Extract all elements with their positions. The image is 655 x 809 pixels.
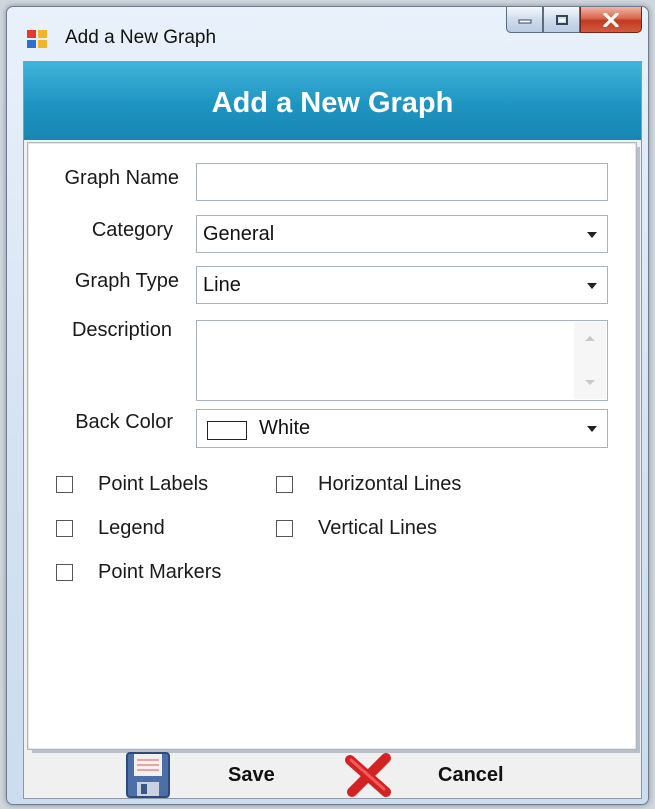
scroll-down-icon[interactable] <box>585 380 595 385</box>
close-button[interactable] <box>580 7 642 33</box>
description-label: Description <box>71 319 172 341</box>
vertical-lines-label: Vertical Lines <box>318 517 437 539</box>
cancel-button[interactable]: Cancel <box>344 752 504 798</box>
header-title: Add a New Graph <box>211 86 454 119</box>
graph-type-value: Line <box>203 274 241 296</box>
chevron-down-icon <box>587 283 597 289</box>
category-dropdown[interactable]: General <box>196 215 608 253</box>
back-color-label: Back Color <box>75 411 173 433</box>
panel-shadow-bottom <box>32 750 640 753</box>
save-label: Save <box>228 763 275 786</box>
checkbox-box[interactable] <box>276 520 293 537</box>
chevron-down-icon <box>587 232 597 238</box>
legend-checkbox[interactable]: Legend <box>56 517 165 540</box>
category-label: Category <box>91 219 173 241</box>
graph-name-input[interactable] <box>196 163 608 201</box>
floppy-disk-icon <box>126 752 170 798</box>
minimize-icon <box>518 19 531 23</box>
cancel-label: Cancel <box>438 763 504 786</box>
back-color-dropdown[interactable]: White <box>196 409 608 448</box>
minimize-button[interactable] <box>506 7 543 33</box>
client-area: Add a New Graph Graph Name Category Gene… <box>23 61 642 799</box>
graph-name-label: Graph Name <box>64 167 180 189</box>
checkbox-box[interactable] <box>56 476 73 493</box>
maximize-button[interactable] <box>543 7 580 33</box>
maximize-icon <box>555 14 568 25</box>
graph-type-dropdown[interactable]: Line <box>196 266 608 304</box>
legend-label: Legend <box>98 517 165 539</box>
category-value: General <box>203 223 275 245</box>
scroll-up-icon[interactable] <box>585 336 595 341</box>
red-x-icon <box>345 753 391 797</box>
checkbox-box[interactable] <box>56 564 73 581</box>
color-swatch <box>207 421 247 440</box>
horizontal-lines-checkbox[interactable]: Horizontal Lines <box>276 473 461 496</box>
horizontal-lines-label: Horizontal Lines <box>318 473 462 495</box>
header-banner: Add a New Graph <box>24 62 641 140</box>
point-markers-checkbox[interactable]: Point Markers <box>56 561 221 584</box>
graph-type-label: Graph Type <box>74 270 179 292</box>
save-button[interactable]: Save <box>126 752 275 798</box>
form-panel: Graph Name Category General Graph Type L… <box>27 142 640 753</box>
vertical-lines-checkbox[interactable]: Vertical Lines <box>276 517 437 540</box>
back-color-value: White <box>259 417 311 439</box>
point-markers-label: Point Markers <box>98 561 222 583</box>
point-labels-label: Point Labels <box>98 473 209 495</box>
checkbox-box[interactable] <box>276 476 293 493</box>
checkbox-box[interactable] <box>56 520 73 537</box>
title-bar[interactable]: Add a New Graph <box>7 7 648 61</box>
window-title: Add a New Graph <box>65 27 217 48</box>
description-scrollbar[interactable] <box>574 322 606 399</box>
description-textarea[interactable] <box>196 320 608 401</box>
panel-shadow-right <box>637 147 640 753</box>
app-icon <box>27 30 47 48</box>
close-icon <box>603 12 619 27</box>
dialog-window: Add a New Graph Add a New Graph Graph Na… <box>6 6 649 805</box>
chevron-down-icon <box>587 426 597 432</box>
footer-bar: Save Cancel <box>24 752 641 798</box>
point-labels-checkbox[interactable]: Point Labels <box>56 473 208 496</box>
